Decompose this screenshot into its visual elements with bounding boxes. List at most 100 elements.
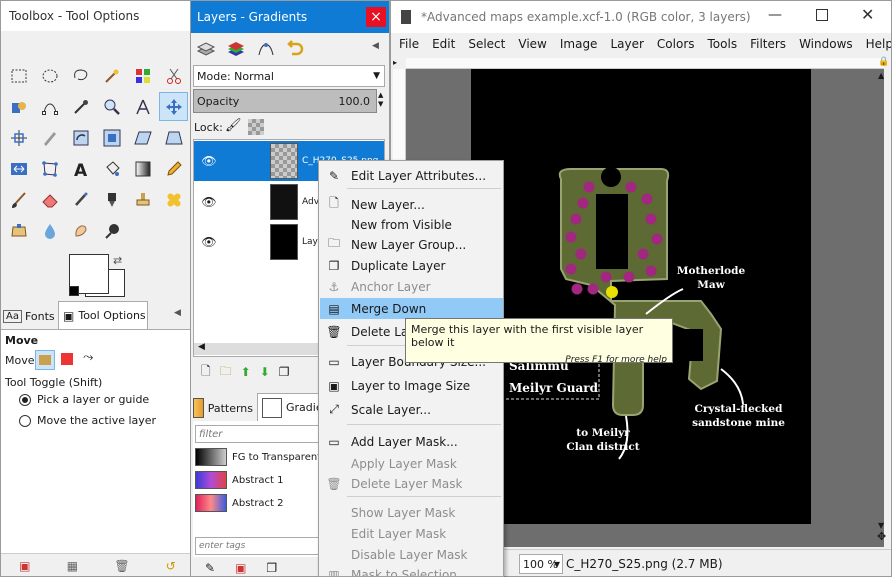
tab-channels[interactable] — [223, 36, 249, 62]
blend-tool[interactable] — [128, 154, 157, 183]
edit-gradient-icon[interactable]: ✎ — [205, 561, 215, 575]
menu-colors[interactable]: Colors — [657, 37, 695, 51]
blur-sharpen-tool[interactable] — [35, 216, 64, 245]
menu-item-apply-layer-mask[interactable]: Apply Layer Mask — [320, 453, 503, 474]
menu-item-show-layer-mask[interactable]: Show Layer Mask — [320, 502, 503, 523]
tab-layers[interactable] — [193, 36, 219, 62]
eraser-tool[interactable] — [35, 185, 64, 214]
menu-item-anchor-layer[interactable]: ⚓ Anchor Layer — [320, 276, 503, 297]
scissors-tool[interactable] — [159, 61, 188, 90]
maximize-button[interactable] — [816, 9, 828, 21]
select-by-color-tool[interactable] — [128, 61, 157, 90]
menu-item-disable-layer-mask[interactable]: Disable Layer Mask — [320, 544, 503, 565]
menu-select[interactable]: Select — [468, 37, 505, 51]
flip-tool[interactable] — [4, 154, 33, 183]
default-colors-icon[interactable] — [69, 286, 79, 296]
window-close-button[interactable]: ✕ — [861, 5, 874, 24]
cage-transform-tool[interactable] — [35, 154, 64, 183]
configure-tab-icon[interactable]: ◀ — [174, 308, 181, 318]
visibility-eye-icon[interactable]: 👁 — [200, 195, 218, 209]
toolbox-titlebar[interactable]: Toolbox - Tool Options — [1, 1, 192, 31]
duplicate-layer-icon[interactable]: ❐ — [279, 365, 290, 379]
fuzzy-select-tool[interactable] — [97, 61, 126, 90]
menu-file[interactable]: File — [399, 37, 419, 51]
clone-tool[interactable] — [128, 185, 157, 214]
horizontal-ruler[interactable] — [406, 58, 884, 69]
paintbrush-tool[interactable] — [4, 185, 33, 214]
airbrush-tool[interactable] — [66, 185, 95, 214]
move-layer-mode-button[interactable] — [35, 350, 55, 370]
radio-pick-layer[interactable]: Pick a layer or guide — [19, 393, 149, 406]
ink-tool[interactable] — [97, 185, 126, 214]
move-tool[interactable] — [159, 92, 188, 121]
measure-tool[interactable] — [128, 92, 157, 121]
tab-paths[interactable] — [253, 36, 279, 62]
menu-view[interactable]: View — [518, 37, 546, 51]
menu-windows[interactable]: Windows — [799, 37, 853, 51]
alignment-tool[interactable] — [4, 123, 33, 152]
paths-tool[interactable] — [35, 92, 64, 121]
menu-item-scale-layer[interactable]: ⤢ Scale Layer... — [320, 399, 503, 420]
visibility-eye-icon[interactable]: 👁 — [200, 235, 218, 249]
shear-tool[interactable] — [128, 123, 157, 152]
foreground-select-tool[interactable] — [4, 92, 33, 121]
ellipse-select-tool[interactable] — [35, 61, 64, 90]
scale-tool[interactable] — [97, 123, 126, 152]
menu-layer[interactable]: Layer — [610, 37, 643, 51]
layers-titlebar[interactable]: Layers - Gradients × — [191, 1, 389, 33]
menu-tools[interactable]: Tools — [708, 37, 738, 51]
move-path-mode-button[interactable]: ⤳ — [83, 350, 93, 365]
color-picker-tool[interactable] — [66, 92, 95, 121]
close-button[interactable]: × — [366, 7, 386, 27]
tab-fonts[interactable]: Aa Fonts — [3, 303, 57, 329]
raise-layer-icon[interactable]: ⬆ — [241, 365, 251, 379]
dodge-burn-tool[interactable] — [97, 216, 126, 245]
navigate-icon[interactable]: ✥ — [877, 530, 886, 543]
tab-patterns[interactable]: Patterns — [193, 395, 253, 421]
free-select-tool[interactable] — [66, 61, 95, 90]
menu-item-delete-layer-mask[interactable]: 🗑 Delete Layer Mask — [320, 473, 503, 494]
menu-item-add-layer-mask[interactable]: ▭ Add Layer Mask... — [320, 431, 503, 452]
menu-filters[interactable]: Filters — [750, 37, 786, 51]
rotate-tool[interactable] — [66, 123, 95, 152]
restore-options-icon[interactable]: ▦ — [67, 559, 78, 573]
vertical-scrollbar[interactable]: ▲ ▼ — [878, 71, 891, 541]
pencil-tool[interactable] — [159, 154, 188, 183]
lock-alpha-icon[interactable] — [248, 119, 264, 135]
rect-select-tool[interactable] — [4, 61, 33, 90]
menu-item-new-layer[interactable]: 🗋 New Layer... — [320, 194, 503, 215]
ruler-corner-icon[interactable]: ▸ — [393, 58, 406, 69]
text-tool[interactable]: A — [66, 154, 95, 183]
zoom-canvas-lock-icon[interactable]: 🔒 — [878, 57, 889, 67]
menu-item-layer-to-image-size[interactable]: ▣ Layer to Image Size — [320, 375, 503, 396]
perspective-clone-tool[interactable] — [4, 216, 33, 245]
move-selection-mode-button[interactable] — [61, 353, 73, 365]
menu-item-new-from-visible[interactable]: New from Visible — [320, 214, 503, 235]
configure-tab-icon[interactable]: ◀ — [372, 41, 379, 51]
smudge-tool[interactable] — [66, 216, 95, 245]
save-options-icon[interactable]: ▣ — [19, 559, 30, 573]
image-titlebar[interactable]: *Advanced maps example.xcf-1.0 (RGB colo… — [391, 1, 891, 33]
swap-colors-icon[interactable]: ⇄ — [113, 254, 122, 267]
new-group-icon[interactable]: 🗀 — [220, 362, 232, 383]
tab-tool-options[interactable]: ▣ Tool Options — [58, 301, 148, 329]
perspective-tool[interactable] — [159, 123, 188, 152]
visibility-eye-icon[interactable]: 👁 — [200, 154, 218, 168]
menu-help[interactable]: Help — [866, 37, 891, 51]
menu-item-duplicate-layer[interactable]: ❐ Duplicate Layer — [320, 255, 503, 276]
menu-item-mask-to-selection[interactable]: ▥ Mask to Selection — [320, 564, 503, 577]
duplicate-gradient-icon[interactable]: ❐ — [266, 561, 277, 575]
lock-pixels-icon[interactable]: 🖌 — [225, 118, 242, 133]
crop-tool[interactable] — [35, 123, 64, 152]
menu-image[interactable]: Image — [560, 37, 598, 51]
new-gradient-icon[interactable]: ▣ — [235, 561, 246, 575]
zoom-tool[interactable] — [97, 92, 126, 121]
menu-item-edit-layer-mask[interactable]: Edit Layer Mask — [320, 523, 503, 544]
menu-item-merge-down[interactable]: ▤ Merge Down — [320, 298, 503, 319]
reset-options-icon[interactable]: ↺ — [166, 559, 176, 573]
minimize-button[interactable]: — — [768, 7, 782, 23]
bucket-fill-tool[interactable] — [97, 154, 126, 183]
lower-layer-icon[interactable]: ⬇ — [260, 365, 270, 379]
mode-select[interactable]: Mode: Normal ▼ — [193, 65, 385, 87]
menu-edit[interactable]: Edit — [432, 37, 455, 51]
